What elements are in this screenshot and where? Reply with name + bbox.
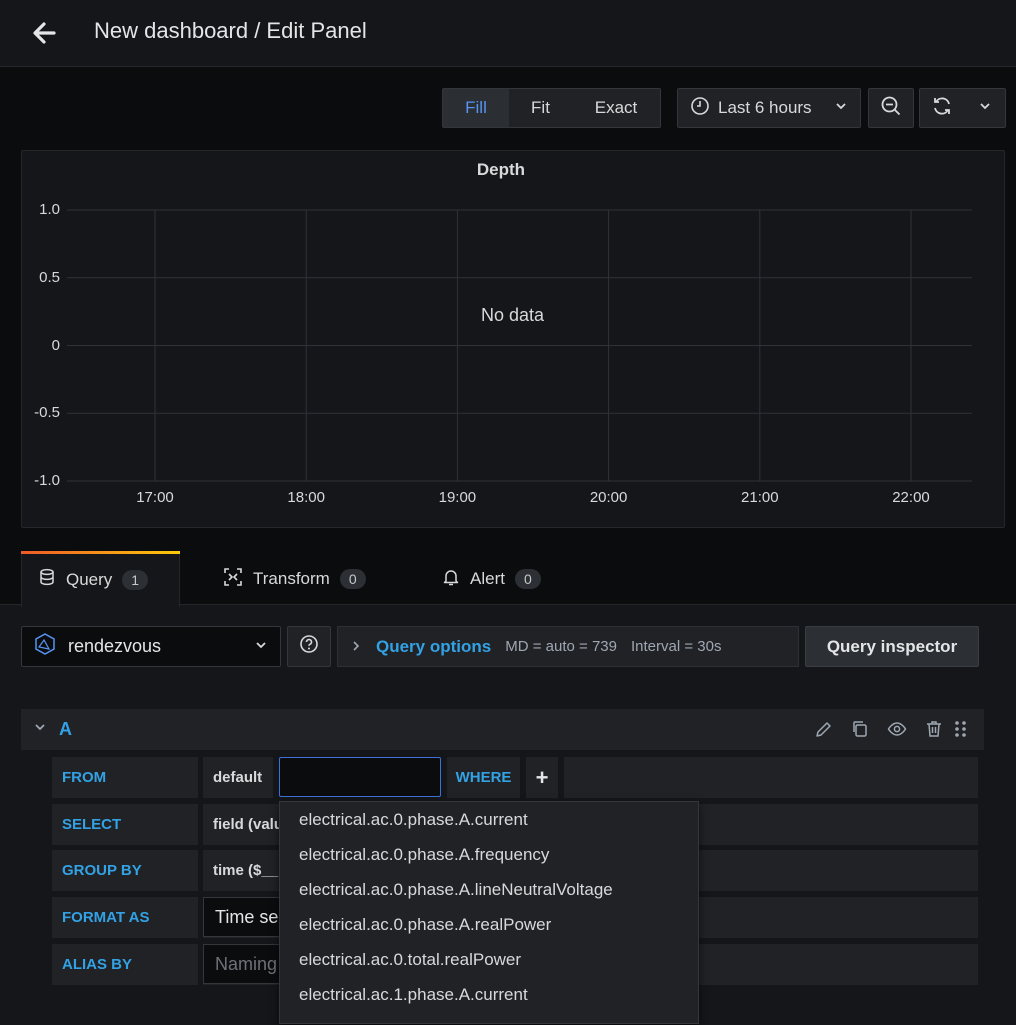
y-tick-label: -1.0 xyxy=(34,472,60,489)
chevron-right-icon xyxy=(350,637,362,657)
measurement-option[interactable]: electrical.ac.0.phase.A.frequency xyxy=(280,837,698,872)
tab-query-count: 1 xyxy=(122,569,149,590)
measurement-option[interactable]: electrical.ac.0.phase.A.lineNeutralVolta… xyxy=(280,872,698,907)
tab-transform-count: 0 xyxy=(339,569,366,589)
x-tick-label: 17:00 xyxy=(136,489,174,506)
tab-query[interactable]: Query 1 xyxy=(21,551,180,607)
query-options-label: Query options xyxy=(376,636,492,656)
help-button[interactable] xyxy=(287,626,331,667)
eye-icon[interactable] xyxy=(887,719,909,741)
retention-policy-segment[interactable]: default xyxy=(203,757,273,798)
active-tab-indicator xyxy=(21,551,180,554)
trash-icon[interactable] xyxy=(924,719,946,741)
tab-transform[interactable]: Transform 0 xyxy=(207,551,382,607)
max-data-points: MD = auto = 739 xyxy=(505,638,617,655)
tab-alert-count: 0 xyxy=(514,569,541,589)
alias-by-keyword: ALIAS BY xyxy=(52,944,198,985)
select-keyword: SELECT xyxy=(52,804,198,845)
no-data-message: No data xyxy=(480,305,545,325)
from-keyword: FROM xyxy=(52,757,198,798)
measurement-input[interactable] xyxy=(279,757,441,797)
measurement-option[interactable]: electrical.ac.0.phase.A.realPower xyxy=(280,907,698,942)
tab-alert[interactable]: Alert 0 xyxy=(426,551,557,607)
tab-query-label: Query xyxy=(66,569,113,589)
collapse-chevron-icon[interactable] xyxy=(33,720,47,739)
bell-icon xyxy=(442,568,460,591)
measurement-option[interactable]: electrical.ac.0.phase.A.current xyxy=(280,802,698,837)
add-where-button[interactable]: + xyxy=(526,757,558,798)
datasource-logo-icon xyxy=(34,633,56,660)
transform-icon xyxy=(223,567,243,592)
datasource-picker[interactable]: rendezvous xyxy=(21,626,281,667)
y-tick-label: 0 xyxy=(51,336,60,354)
chart-area xyxy=(67,209,972,482)
measurement-option[interactable]: electrical.ac.0.total.realPower xyxy=(280,942,698,977)
x-tick-label: 18:00 xyxy=(287,489,325,506)
tab-alert-label: Alert xyxy=(470,569,505,588)
measurement-option[interactable]: electrical.ac.1.phase.A.current xyxy=(280,977,698,1012)
database-icon xyxy=(38,568,56,591)
query-options-toggle[interactable]: Query options MD = auto = 739 Interval =… xyxy=(337,626,799,667)
measurement-option[interactable]: electrical.ac.1.phase.A.fr xyxy=(280,1012,698,1024)
where-keyword: WHERE xyxy=(447,757,520,798)
tab-transform-label: Transform xyxy=(253,569,330,588)
query-row-header[interactable]: A xyxy=(21,709,984,750)
interval-value: Interval = 30s xyxy=(630,638,722,655)
query-inspector-button[interactable]: Query inspector xyxy=(805,626,979,667)
chevron-down-icon xyxy=(254,636,268,657)
format-as-keyword: FORMAT AS xyxy=(52,897,198,938)
measurement-dropdown: electrical.ac.0.phase.A.current electric… xyxy=(279,801,699,1024)
query-ref-id: A xyxy=(59,719,72,739)
duplicate-icon[interactable] xyxy=(850,719,872,741)
pencil-icon[interactable] xyxy=(814,719,836,741)
x-tick-label: 20:00 xyxy=(589,489,628,506)
y-tick-label: 1.0 xyxy=(39,201,60,218)
drag-handle-icon[interactable] xyxy=(953,719,975,741)
y-tick-label: 0.5 xyxy=(39,268,60,286)
datasource-name: rendezvous xyxy=(68,636,162,656)
x-tick-label: 19:00 xyxy=(438,489,477,506)
x-tick-label: 22:00 xyxy=(892,489,930,506)
question-circle-icon xyxy=(299,634,319,659)
from-row-filler xyxy=(564,757,978,798)
x-tick-label: 21:00 xyxy=(741,489,779,506)
group-by-keyword: GROUP BY xyxy=(52,850,198,891)
y-tick-label: -0.5 xyxy=(34,404,60,422)
